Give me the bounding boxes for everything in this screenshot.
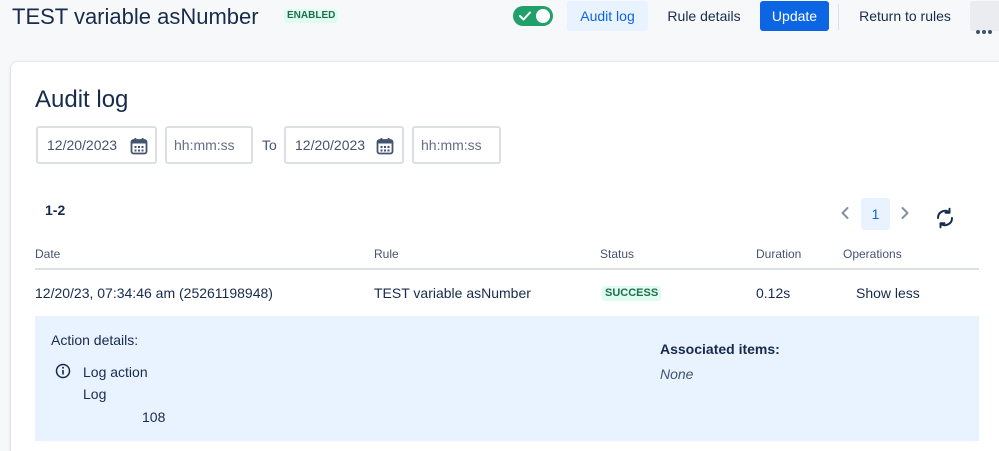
from-date-value: 12/20/2023	[47, 137, 118, 153]
from-date-input[interactable]: 12/20/2023	[36, 126, 157, 164]
column-header-date: Date	[35, 247, 61, 261]
enabled-lozenge: ENABLED	[284, 9, 339, 23]
column-header-rule: Rule	[374, 247, 399, 261]
update-button[interactable]: Update	[760, 1, 829, 31]
row-date: 12/20/23, 07:34:46 am (25261198948)	[35, 285, 273, 301]
log-label: Log	[83, 386, 107, 402]
toggle-knob	[536, 9, 550, 23]
associated-items-value: None	[660, 366, 694, 382]
result-count: 1-2	[45, 202, 66, 218]
log-value: 108	[142, 409, 166, 425]
to-label: To	[262, 137, 277, 153]
from-time-placeholder: hh:mm:ss	[174, 137, 235, 153]
status-badge: SUCCESS	[602, 286, 662, 301]
rule-details-button[interactable]: Rule details	[659, 1, 749, 31]
audit-log-button[interactable]: Audit log	[567, 1, 648, 31]
table-header-divider	[35, 268, 979, 270]
header-divider	[838, 4, 839, 30]
rule-header: TEST variable asNumber ENABLED Audit log…	[0, 0, 999, 34]
check-icon	[519, 11, 531, 21]
more-horizontal-icon	[976, 14, 994, 44]
show-less-button[interactable]: Show less	[848, 280, 928, 306]
refresh-icon[interactable]	[934, 207, 956, 229]
to-date-input[interactable]: 12/20/2023	[284, 126, 404, 164]
row-rule: TEST variable asNumber	[374, 285, 531, 301]
chevron-left-icon[interactable]	[838, 204, 852, 222]
associated-items-title: Associated items:	[660, 341, 780, 357]
chevron-right-icon[interactable]	[898, 204, 912, 222]
to-time-input[interactable]: hh:mm:ss	[412, 126, 501, 164]
action-details-title: Action details:	[51, 332, 139, 348]
action-details-panel	[35, 316, 979, 441]
calendar-icon[interactable]	[130, 137, 148, 155]
calendar-icon[interactable]	[376, 137, 394, 155]
column-header-status: Status	[600, 247, 635, 261]
audit-log-title: Audit log	[35, 86, 129, 113]
column-header-duration: Duration	[756, 247, 802, 261]
row-duration: 0.12s	[756, 285, 791, 301]
column-header-operations: Operations	[843, 247, 902, 261]
rule-title: TEST variable asNumber	[12, 4, 259, 29]
from-time-input[interactable]: hh:mm:ss	[165, 126, 253, 164]
log-action-name: Log action	[83, 364, 148, 380]
page-button-current[interactable]: 1	[861, 198, 890, 230]
enable-toggle[interactable]	[513, 6, 553, 26]
info-icon	[55, 363, 71, 379]
to-date-value: 12/20/2023	[295, 137, 366, 153]
return-to-rules-button[interactable]: Return to rules	[849, 1, 961, 31]
more-actions-button[interactable]	[970, 1, 999, 34]
to-time-placeholder: hh:mm:ss	[421, 137, 482, 153]
